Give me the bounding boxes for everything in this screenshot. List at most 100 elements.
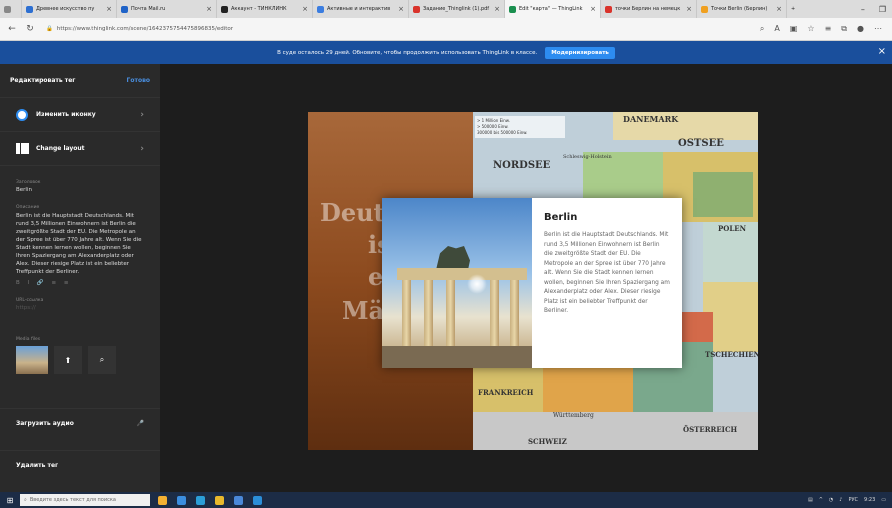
browser-tab[interactable]: точки Берлин на немецк × [601, 0, 697, 18]
windows-start-icon[interactable]: ⊞ [0, 496, 20, 505]
browser-tab-active[interactable]: Edit "карта" — ThingLink × [505, 0, 601, 18]
app-icon[interactable] [158, 495, 167, 505]
banner-text: В суде осталось 29 дней. Обновите, чтобы… [277, 49, 538, 56]
app-icon[interactable] [177, 495, 186, 505]
new-tab-button[interactable]: + [787, 0, 803, 18]
delete-tag-button[interactable]: Удалить тег [0, 450, 160, 480]
browser-tab[interactable]: Древнее искусство пу × [22, 0, 117, 18]
change-icon-button[interactable]: Изменить иконку › [0, 98, 160, 132]
close-icon[interactable]: × [776, 5, 782, 13]
layout-icon [16, 143, 29, 154]
media-label: Media files [16, 337, 41, 342]
media-files-section: Media files ⬆ ⌕ [0, 337, 160, 374]
tag-icon-preview [16, 108, 28, 121]
tab-favicon [413, 5, 420, 13]
tab-favicon [221, 5, 228, 13]
folder-icon[interactable] [215, 495, 224, 505]
notifications-icon[interactable]: ▭ [881, 497, 886, 503]
panel-header: Редактировать тег Готово [0, 64, 160, 98]
close-icon[interactable]: × [494, 5, 500, 13]
browser-tab[interactable]: Почта Mail.ru × [117, 0, 217, 18]
popup-text-area: Berlin Berlin ist die Hauptstadt Deutsch… [532, 198, 682, 368]
chevron-right-icon: › [140, 109, 144, 120]
edge-icon[interactable] [196, 495, 205, 505]
window-controls: – ❐ [861, 5, 892, 14]
upgrade-button[interactable]: Модернизировать [545, 46, 615, 59]
search-icon: ⌕ [24, 497, 27, 503]
close-icon[interactable]: × [398, 5, 404, 13]
tab-favicon [509, 5, 516, 13]
close-icon[interactable]: × [106, 5, 112, 13]
collections-icon[interactable]: ⧉ [841, 24, 847, 34]
volume-icon[interactable]: ♪ [839, 497, 842, 503]
tab-favicon [26, 5, 33, 13]
title-value[interactable]: Berlin [16, 187, 144, 193]
description-field[interactable]: Описание Berlin ist die Hauptstadt Deuts… [0, 199, 160, 292]
store-icon[interactable] [234, 495, 243, 505]
browser-tab[interactable]: Точки Berlin (Берлин) × [697, 0, 787, 18]
trial-banner: В суде осталось 29 дней. Обновите, чтобы… [0, 41, 892, 64]
windows-taskbar: ⊞ ⌕ Введите здесь текст для поиска ▤ ^ ◔… [0, 492, 892, 508]
chevron-right-icon: › [140, 143, 144, 154]
title-label: Заголовок [16, 180, 41, 185]
close-icon[interactable]: × [878, 46, 886, 57]
favorites-list-icon[interactable]: ≡ [825, 24, 832, 34]
more-icon[interactable]: ⋯ [874, 24, 882, 34]
edit-tag-panel: Редактировать тег Готово Изменить иконку… [0, 64, 160, 492]
microphone-icon: 🎤 [136, 420, 144, 427]
close-icon[interactable]: × [590, 5, 596, 13]
search-icon[interactable]: ⌕ [760, 24, 764, 34]
clock[interactable]: 9:23 [864, 497, 875, 503]
upload-icon[interactable]: ⬆ [54, 346, 82, 374]
minimize-icon[interactable]: – [861, 5, 865, 14]
back-icon[interactable]: ← [6, 24, 18, 34]
format-toolbar[interactable]: B I 🔗 ≡ ≡ [16, 280, 144, 286]
lock-icon: 🔒 [46, 26, 53, 32]
browser-tab[interactable]: Аккаунт - ТИНКЛИНК × [217, 0, 313, 18]
browser-tab[interactable]: Активные и интерактив × [313, 0, 409, 18]
panel-title: Редактировать тег [10, 77, 76, 84]
search-icon[interactable]: ⌕ [88, 346, 116, 374]
upload-audio-button[interactable]: Загрузить аудио 🎤 [0, 408, 160, 438]
close-icon[interactable]: × [668, 204, 676, 215]
media-thumbnail[interactable] [16, 346, 48, 374]
mail-icon[interactable] [253, 495, 262, 505]
map-label: SCHWEIZ [528, 437, 567, 446]
change-layout-button[interactable]: Change layout › [0, 132, 160, 166]
editor-canvas: DANEMARK OSTSEE NORDSEE Schleswig-Holste… [160, 64, 892, 492]
chevron-up-icon[interactable]: ^ [819, 497, 823, 503]
url-input[interactable]: https:// [16, 305, 144, 311]
popup-body: Berlin ist die Hauptstadt Deutschlands. … [544, 232, 670, 314]
system-tray: ▤ ^ ◔ ♪ РУС 9:23 ▭ [808, 497, 892, 503]
network-icon[interactable]: ◔ [829, 497, 833, 503]
title-field[interactable]: Заголовок Berlin [0, 174, 160, 199]
language-indicator[interactable]: РУС [848, 497, 858, 503]
favorite-icon[interactable]: ☆ [807, 24, 814, 34]
close-icon[interactable]: × [302, 5, 308, 13]
read-aloud-icon[interactable]: A [774, 24, 779, 34]
map-label: DANEMARK [623, 114, 679, 124]
close-icon[interactable]: × [206, 5, 212, 13]
close-icon[interactable]: × [686, 5, 692, 13]
tray-app-icon[interactable]: ▤ [808, 497, 813, 503]
taskbar-search[interactable]: ⌕ Введите здесь текст для поиска [20, 494, 150, 506]
profile-icon[interactable]: ● [857, 24, 864, 34]
map-label: Schleswig-Holstein [563, 154, 612, 160]
description-label: Описание [16, 205, 40, 210]
map-label: OSTSEE [678, 138, 724, 149]
tab-actions-icon[interactable] [0, 0, 22, 18]
extension-icon[interactable]: ▣ [790, 24, 798, 34]
map-legend: > 1 Million Einw. > 500000 Einw. 300000 … [475, 116, 565, 138]
browser-tab[interactable]: Задание_Thinglink (1).pdf × [409, 0, 505, 18]
tab-favicon [701, 5, 708, 13]
url-field[interactable]: URL-ссылка https:// [0, 292, 160, 317]
map-label: FRANKREICH [478, 388, 534, 397]
refresh-icon[interactable]: ↻ [24, 24, 36, 34]
maximize-icon[interactable]: ❐ [879, 5, 886, 14]
url-field[interactable]: 🔒 https://www.thinglink.com/scene/164237… [46, 26, 233, 32]
done-button[interactable]: Готово [127, 77, 150, 84]
tag-popup: Berlin Berlin ist die Hauptstadt Deutsch… [382, 198, 682, 368]
description-text[interactable]: Berlin ist die Hauptstadt Deutschlands. … [16, 212, 144, 276]
taskbar-apps [158, 495, 262, 505]
map-label: Württemberg [553, 412, 594, 419]
